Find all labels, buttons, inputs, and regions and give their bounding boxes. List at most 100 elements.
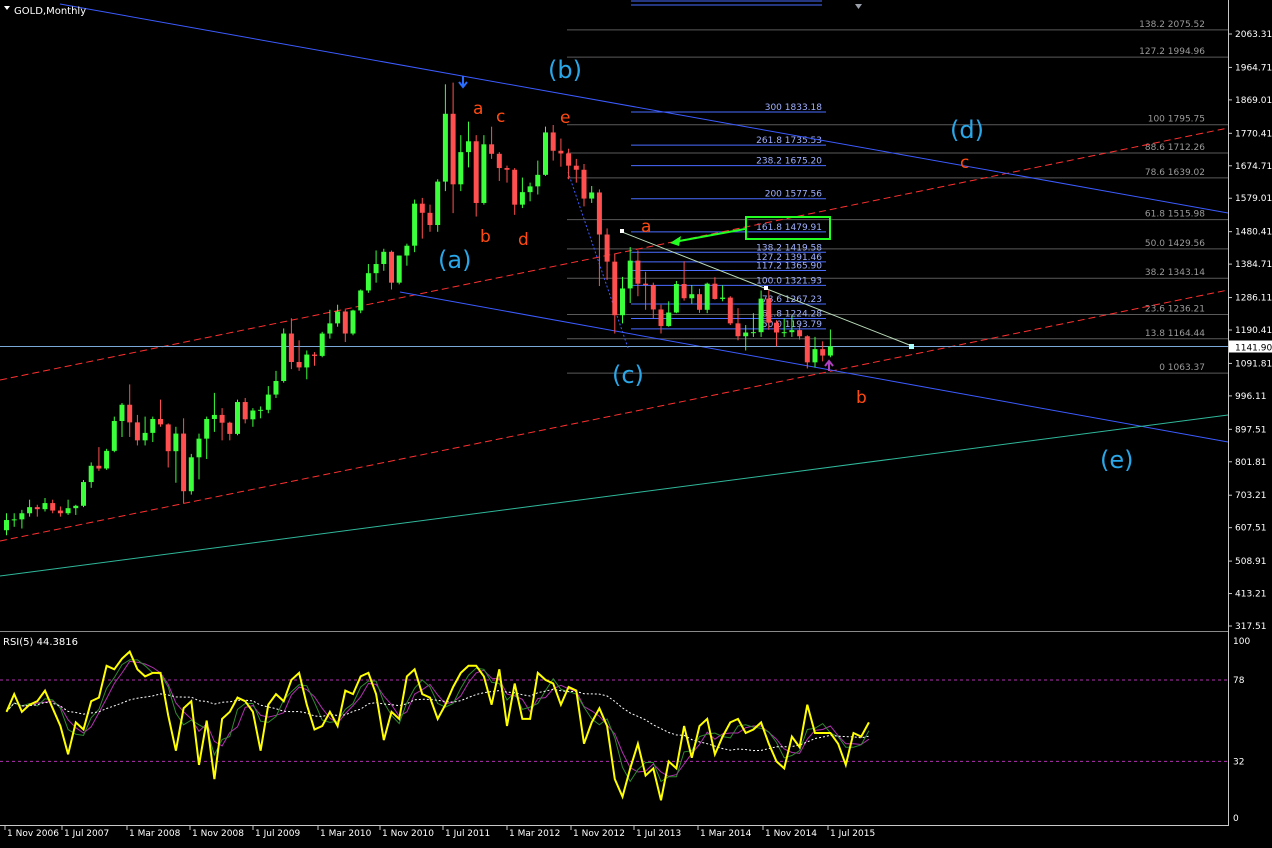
bull-candle <box>781 332 787 334</box>
bear-candle <box>312 354 317 356</box>
bull-candle <box>589 192 595 199</box>
fib-retracement-label: 13.8 1164.44 <box>1145 329 1205 339</box>
bull-candle <box>435 181 441 226</box>
rsi-tick-label: 32 <box>1233 757 1244 767</box>
bull-candle <box>211 414 217 419</box>
rsi-tick-label: 78 <box>1233 676 1245 686</box>
bear-candle <box>496 153 502 169</box>
time-tick-label: 1 Mar 2012 <box>509 829 560 839</box>
bear-candle <box>804 336 810 363</box>
anchor-point <box>764 286 768 290</box>
bear-candle <box>697 294 702 310</box>
fib-retracement-label: 127.2 1994.96 <box>1139 47 1205 57</box>
bear-candle <box>389 251 394 283</box>
price-tick-label: 1286.11 <box>1235 294 1272 304</box>
bear-candle <box>242 402 248 420</box>
price-tick-label: 1579.01 <box>1235 194 1272 204</box>
fib-expansion-label: 200 1577.56 <box>765 190 823 200</box>
bull-candle <box>750 332 756 334</box>
bear-candle <box>820 349 826 356</box>
wave-label-minor: b <box>480 227 491 247</box>
bear-candle <box>712 283 718 299</box>
upper-channel-line <box>0 127 1229 381</box>
rsi-tick-label: 0 <box>1233 814 1239 824</box>
bull-candle <box>381 251 387 265</box>
upper-blue-trendline <box>59 3 1229 214</box>
bear-candle <box>658 309 664 327</box>
shift-marker-icon <box>855 4 862 9</box>
bull-candle <box>358 290 364 311</box>
bear-candle <box>550 132 556 151</box>
bear-candle <box>427 212 433 226</box>
fib-retracement-label: 38.2 1343.14 <box>1145 268 1205 278</box>
bear-candle <box>288 333 294 363</box>
chart-root[interactable]: 138.2 2075.52 127.2 1994.96 100 1795.75 88.… <box>0 0 1272 844</box>
bull-candle <box>27 507 33 514</box>
time-tick-label: 1 Jul 2007 <box>64 829 109 839</box>
wave-label-minor: c <box>496 107 505 127</box>
bear-candle <box>643 283 649 286</box>
time-tick-label: 1 Mar 2008 <box>129 829 181 839</box>
wave-label-major: (c) <box>612 361 644 389</box>
chart-title: GOLD,Monthly <box>14 6 86 17</box>
time-tick-label: 1 Nov 2010 <box>382 829 434 839</box>
bull-candle <box>142 432 148 441</box>
wave-label-minor: c <box>960 153 969 173</box>
bull-candle <box>258 409 264 411</box>
current-price-label: 1141.90 <box>1235 344 1272 354</box>
bull-candle <box>196 438 202 458</box>
bull-candle <box>327 323 333 334</box>
bull-candle <box>365 273 371 291</box>
fib-grid-layer: 138.2 2075.52 127.2 1994.96 100 1795.75 88.… <box>567 0 1228 374</box>
fib-retracement-label: 61.8 1515.98 <box>1145 210 1205 220</box>
bear-candle <box>558 150 564 154</box>
time-tick-label: 1 Jul 2015 <box>830 829 875 839</box>
lower-channel-line <box>0 289 1229 542</box>
bear-candle <box>573 165 579 170</box>
bull-candle <box>527 186 533 193</box>
bear-candle <box>219 414 225 423</box>
price-tick-label: 1091.81 <box>1235 359 1272 369</box>
bear-candle <box>735 323 741 337</box>
bull-candle <box>350 310 356 334</box>
time-tick-label: 1 Jul 2009 <box>255 829 300 839</box>
bull-candle <box>319 333 325 356</box>
bull-candle <box>812 349 818 363</box>
fib-retracement-label: 100 1795.75 <box>1148 115 1205 125</box>
time-tick-label: 1 Mar 2014 <box>700 829 752 839</box>
wave-label-major: (b) <box>548 56 582 84</box>
price-tick-label: 703.21 <box>1235 491 1267 501</box>
price-tick-label: 413.21 <box>1235 590 1267 600</box>
bear-candle <box>181 433 187 492</box>
time-tick-label: 1 Mar 2010 <box>320 829 372 839</box>
bull-candle <box>689 294 695 299</box>
price-tick-label: 607.51 <box>1235 524 1267 534</box>
bull-candle <box>543 132 548 175</box>
fib-retracement-label: 23.6 1236.21 <box>1145 304 1205 314</box>
price-tick-label: 1770.41 <box>1235 129 1272 139</box>
down-arrow-icon <box>458 76 468 89</box>
bull-candle <box>466 141 471 153</box>
price-tick-label: 1674.71 <box>1235 162 1272 172</box>
bull-candle <box>73 505 79 509</box>
bull-candle <box>481 144 487 203</box>
bear-candle <box>134 422 140 441</box>
bull-candle <box>111 421 117 451</box>
fib-expansion-label: 138.2 1419.58 <box>756 243 822 253</box>
bull-candle <box>235 402 240 434</box>
bear-candle <box>50 503 56 511</box>
price-tick-label: 1480.41 <box>1235 228 1272 238</box>
anchor-point <box>909 344 914 349</box>
bull-candle <box>150 418 156 433</box>
bull-candle <box>458 152 464 185</box>
bull-candle <box>666 312 672 327</box>
time-tick-label: 1 Nov 2008 <box>192 829 244 839</box>
bull-candle <box>442 113 448 182</box>
chart-canvas[interactable]: 138.2 2075.52 127.2 1994.96 100 1795.75 88.… <box>0 0 1272 844</box>
bull-candle <box>65 508 71 514</box>
bear-candle <box>766 298 772 323</box>
bull-candle <box>720 297 726 299</box>
wave-label-minor: d <box>518 230 529 250</box>
bull-candle <box>758 298 764 333</box>
price-tick-label: 1384.71 <box>1235 260 1272 270</box>
